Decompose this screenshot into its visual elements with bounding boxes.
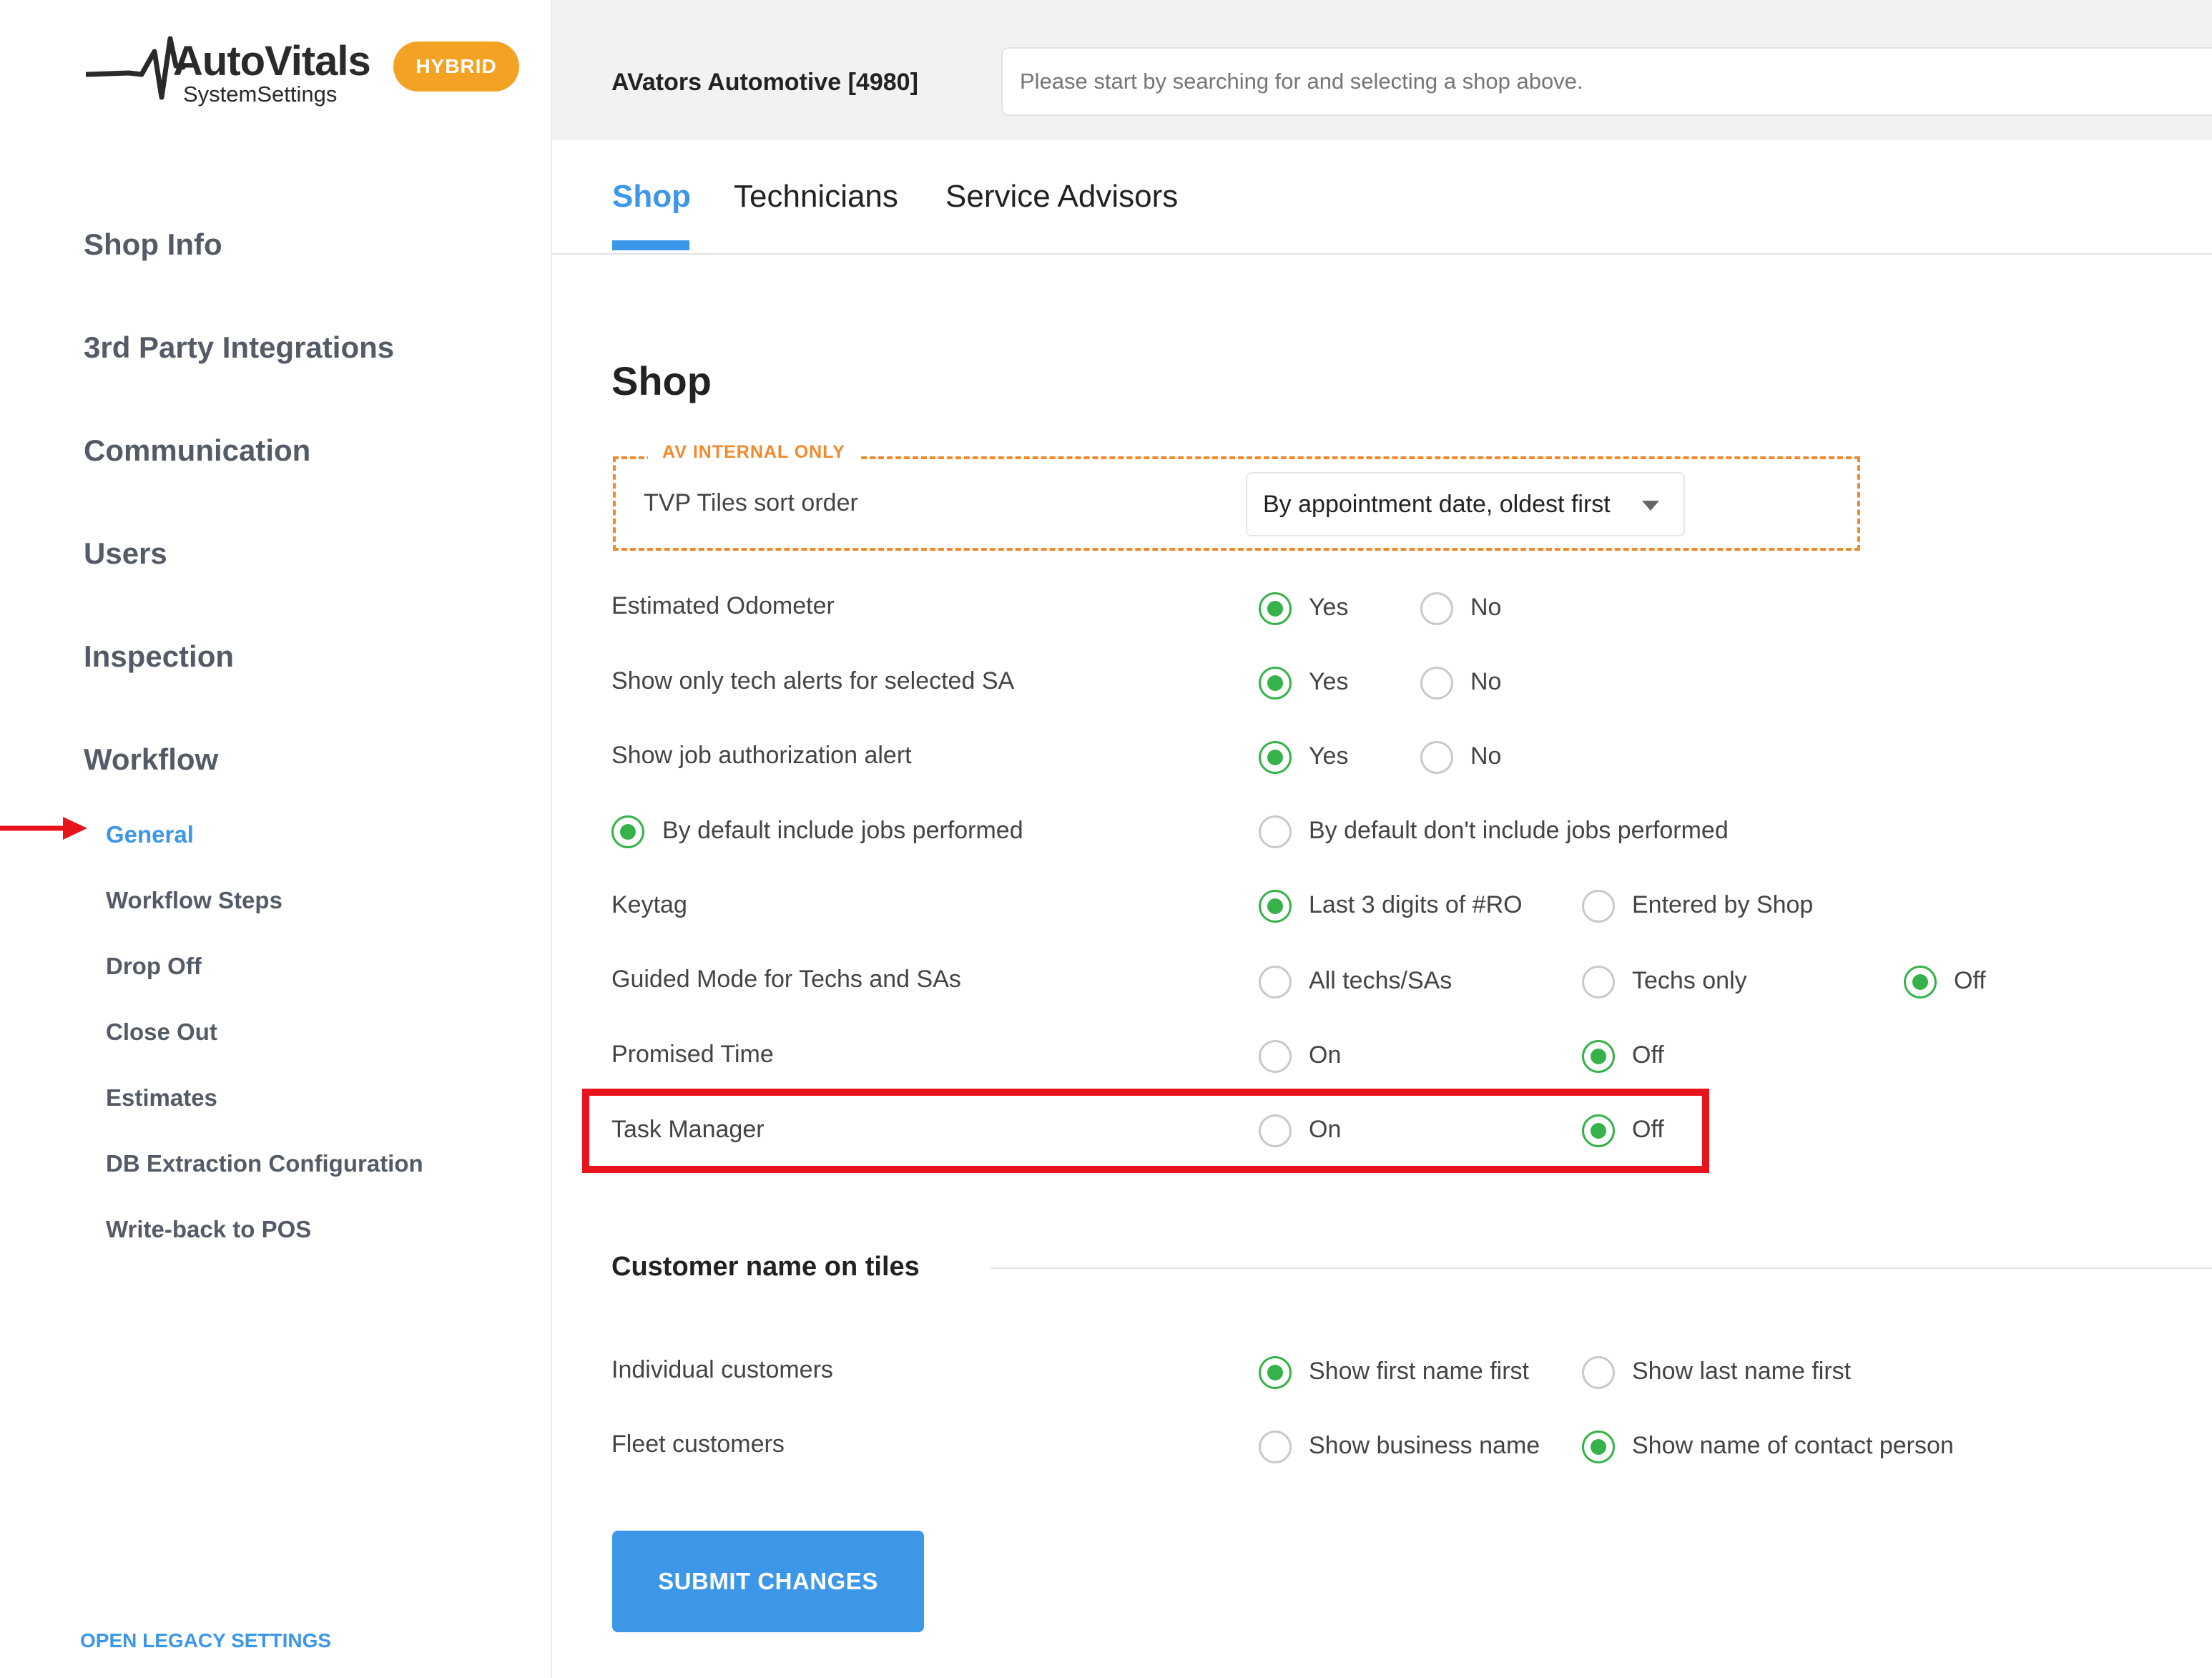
sidebar-item-users[interactable]: Users bbox=[84, 536, 167, 571]
first-name-first-label: Show first name first bbox=[1309, 1358, 1529, 1385]
dont-include-jobs-label: By default don't include jobs performed bbox=[1309, 817, 1729, 844]
estimated-odometer-no-radio[interactable] bbox=[1420, 592, 1453, 625]
guided-mode-off-radio[interactable] bbox=[1904, 966, 1937, 999]
job-auth-yes-radio[interactable] bbox=[1259, 741, 1292, 774]
brand-name: AutoVitals bbox=[173, 38, 371, 84]
selected-shop-name: AVators Automotive [4980] bbox=[611, 69, 918, 96]
sidebar-subitem-estimates[interactable]: Estimates bbox=[106, 1084, 217, 1112]
include-jobs-radio[interactable] bbox=[611, 815, 644, 848]
customer-name-section-title: Customer name on tiles bbox=[611, 1252, 920, 1282]
promised-time-on-label: On bbox=[1309, 1041, 1342, 1069]
individual-customers-label: Individual customers bbox=[611, 1356, 833, 1383]
tab-shop[interactable]: Shop bbox=[612, 179, 691, 215]
sidebar: AutoVitals SystemSettings HYBRID Shop In… bbox=[0, 0, 552, 1678]
guided-mode-techs-label: Techs only bbox=[1632, 967, 1747, 994]
sidebar-subitem-general[interactable]: General bbox=[106, 821, 194, 848]
sidebar-item-workflow[interactable]: Workflow bbox=[84, 742, 218, 777]
shop-search-input[interactable] bbox=[1001, 47, 2212, 116]
guided-mode-label: Guided Mode for Techs and SAs bbox=[611, 966, 961, 993]
open-legacy-settings-link[interactable]: OPEN LEGACY SETTINGS bbox=[80, 1629, 331, 1652]
tech-alerts-no-label: No bbox=[1470, 668, 1502, 695]
tvp-sort-label: TVP Tiles sort order bbox=[644, 489, 858, 516]
tvp-sort-select[interactable]: By appointment date, oldest first bbox=[1246, 472, 1685, 536]
tech-alerts-yes-radio[interactable] bbox=[1259, 667, 1292, 700]
guided-mode-techs-radio[interactable] bbox=[1582, 966, 1615, 999]
internal-only-label: AV INTERNAL ONLY bbox=[648, 442, 860, 463]
fleet-customers-label: Fleet customers bbox=[611, 1431, 785, 1458]
heartbeat-logo-icon bbox=[86, 36, 186, 100]
estimated-odometer-yes-radio[interactable] bbox=[1259, 592, 1292, 625]
contact-person-label: Show name of contact person bbox=[1632, 1432, 1954, 1459]
brand-subtitle: SystemSettings bbox=[183, 82, 338, 107]
task-manager-on-label: On bbox=[1309, 1116, 1342, 1143]
promised-time-off-radio[interactable] bbox=[1582, 1040, 1615, 1073]
tab-technicians[interactable]: Technicians bbox=[734, 179, 898, 215]
task-manager-on-radio[interactable] bbox=[1259, 1114, 1292, 1147]
estimated-odometer-yes-label: Yes bbox=[1309, 594, 1349, 621]
red-arrow-icon bbox=[0, 817, 87, 840]
keytag-label: Keytag bbox=[611, 891, 687, 918]
sidebar-subitem-close-out[interactable]: Close Out bbox=[106, 1019, 217, 1046]
task-manager-label: Task Manager bbox=[611, 1116, 765, 1143]
last-name-first-label: Show last name first bbox=[1632, 1358, 1852, 1385]
guided-mode-off-label: Off bbox=[1954, 967, 1986, 994]
job-auth-no-radio[interactable] bbox=[1420, 741, 1453, 774]
promised-time-off-label: Off bbox=[1632, 1041, 1664, 1069]
sidebar-item-communication[interactable]: Communication bbox=[84, 433, 310, 468]
section-title: Shop bbox=[611, 358, 712, 403]
guided-mode-all-label: All techs/SAs bbox=[1309, 967, 1452, 994]
keytag-shop-radio[interactable] bbox=[1582, 890, 1615, 923]
contact-person-radio[interactable] bbox=[1582, 1431, 1615, 1463]
business-name-label: Show business name bbox=[1309, 1432, 1540, 1459]
autovitals-logo[interactable]: AutoVitals SystemSettings HYBRID bbox=[86, 31, 529, 117]
active-tab-indicator bbox=[612, 240, 689, 250]
sidebar-item-inspection[interactable]: Inspection bbox=[84, 639, 234, 674]
task-manager-off-radio[interactable] bbox=[1582, 1114, 1615, 1147]
keytag-shop-label: Entered by Shop bbox=[1632, 891, 1814, 918]
sidebar-subitem-workflow-steps[interactable]: Workflow Steps bbox=[106, 887, 282, 914]
tech-alerts-no-radio[interactable] bbox=[1420, 667, 1453, 700]
top-bar: AVators Automotive [4980] bbox=[552, 0, 2212, 140]
job-auth-no-label: No bbox=[1470, 742, 1502, 770]
estimated-odometer-no-label: No bbox=[1470, 594, 1502, 621]
sidebar-item-3rd-party-integrations[interactable]: 3rd Party Integrations bbox=[84, 330, 394, 365]
caret-down-icon bbox=[1642, 501, 1659, 511]
submit-changes-button[interactable]: SUBMIT CHANGES bbox=[612, 1531, 924, 1632]
job-auth-yes-label: Yes bbox=[1309, 742, 1349, 770]
job-auth-label: Show job authorization alert bbox=[611, 742, 912, 769]
tab-bar: Shop Technicians Service Advisors bbox=[552, 140, 2212, 255]
include-jobs-label: By default include jobs performed bbox=[662, 817, 1023, 844]
tech-alerts-yes-label: Yes bbox=[1309, 668, 1349, 695]
tab-service-advisors[interactable]: Service Advisors bbox=[945, 179, 1178, 215]
dont-include-jobs-radio[interactable] bbox=[1259, 815, 1292, 848]
tvp-sort-value: By appointment date, oldest first bbox=[1263, 491, 1611, 518]
promised-time-on-radio[interactable] bbox=[1259, 1040, 1292, 1073]
promised-time-label: Promised Time bbox=[611, 1041, 774, 1068]
sidebar-subitem-db-extraction[interactable]: DB Extraction Configuration bbox=[106, 1150, 423, 1177]
tech-alerts-label: Show only tech alerts for selected SA bbox=[611, 667, 1015, 695]
estimated-odometer-label: Estimated Odometer bbox=[611, 592, 835, 619]
hybrid-badge: HYBRID bbox=[393, 41, 519, 92]
task-manager-off-label: Off bbox=[1632, 1116, 1664, 1143]
keytag-ro-radio[interactable] bbox=[1259, 890, 1292, 923]
last-name-first-radio[interactable] bbox=[1582, 1356, 1615, 1389]
sidebar-subitem-drop-off[interactable]: Drop Off bbox=[106, 953, 202, 980]
section-divider bbox=[991, 1267, 2212, 1269]
sidebar-item-shop-info[interactable]: Shop Info bbox=[84, 227, 222, 262]
first-name-first-radio[interactable] bbox=[1259, 1356, 1292, 1389]
keytag-ro-label: Last 3 digits of #RO bbox=[1309, 891, 1523, 918]
sidebar-subitem-write-back[interactable]: Write-back to POS bbox=[106, 1216, 311, 1243]
business-name-radio[interactable] bbox=[1259, 1431, 1292, 1463]
guided-mode-all-radio[interactable] bbox=[1259, 966, 1292, 999]
